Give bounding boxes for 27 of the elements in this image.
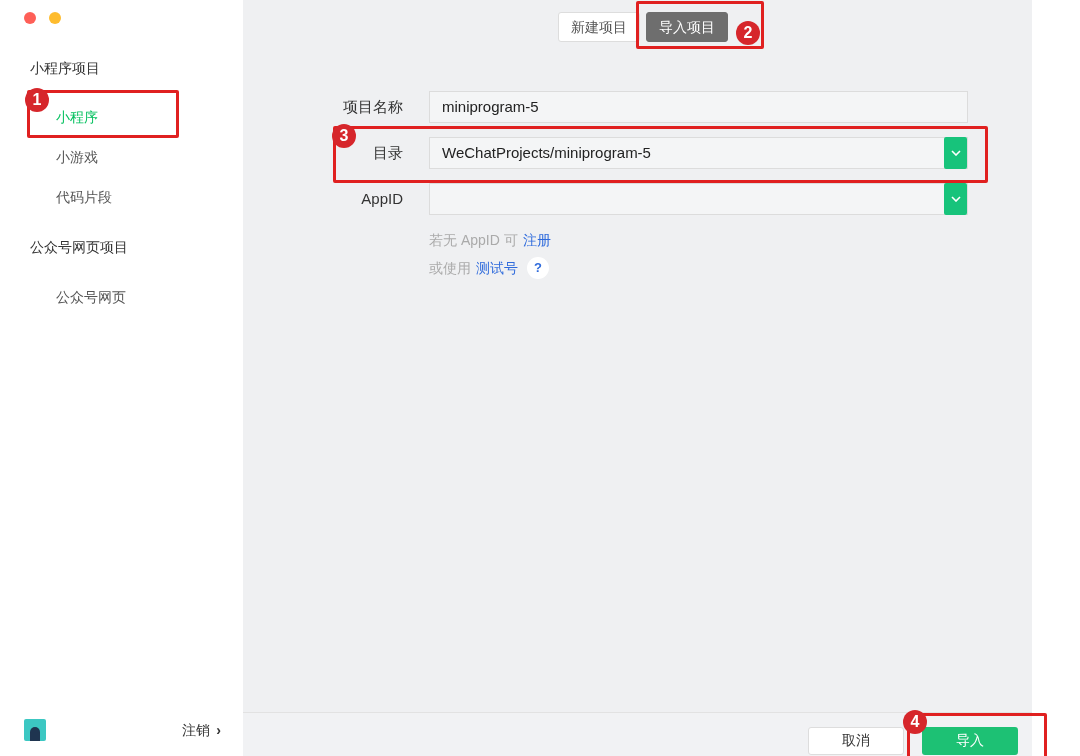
tab[interactable]: 新建项目 [557, 12, 640, 42]
sidebar-item[interactable]: 公众号网页 [56, 277, 126, 317]
help-icon[interactable]: ? [527, 257, 549, 279]
logout-link[interactable]: 注销 › [182, 719, 221, 741]
field-label: 目录 [372, 142, 403, 163]
select-field[interactable] [429, 183, 968, 215]
cancel-button[interactable]: 取消 [808, 726, 904, 755]
dropdown-button[interactable] [944, 183, 967, 215]
hint-text: 或使用 [429, 258, 471, 278]
sidebar-group-title: 小程序项目 [29, 59, 101, 78]
tab[interactable]: 导入项目 [645, 12, 728, 42]
sidebar-item[interactable]: 小游戏 [56, 137, 98, 177]
chevron-down-icon [950, 150, 961, 156]
chevron-down-icon [950, 196, 961, 202]
field-label: AppID [360, 188, 403, 209]
hint-link[interactable]: 注册 [522, 230, 551, 251]
field-label: 项目名称 [342, 96, 403, 117]
avatar-icon[interactable] [24, 719, 46, 741]
hint-link[interactable]: 测试号 [476, 257, 518, 279]
sidebar-group-title: 公众号网页项目 [29, 238, 129, 257]
minimize-window-icon[interactable] [49, 12, 61, 24]
close-window-icon[interactable] [24, 12, 36, 24]
sidebar-item[interactable]: 代码片段 [56, 177, 112, 217]
select-field[interactable]: WeChatProjects/miniprogram-5 [429, 137, 968, 169]
hint-text: 若无 AppID 可 [429, 231, 518, 250]
dropdown-button[interactable] [944, 137, 967, 169]
input-field[interactable]: miniprogram-5 [429, 91, 968, 123]
